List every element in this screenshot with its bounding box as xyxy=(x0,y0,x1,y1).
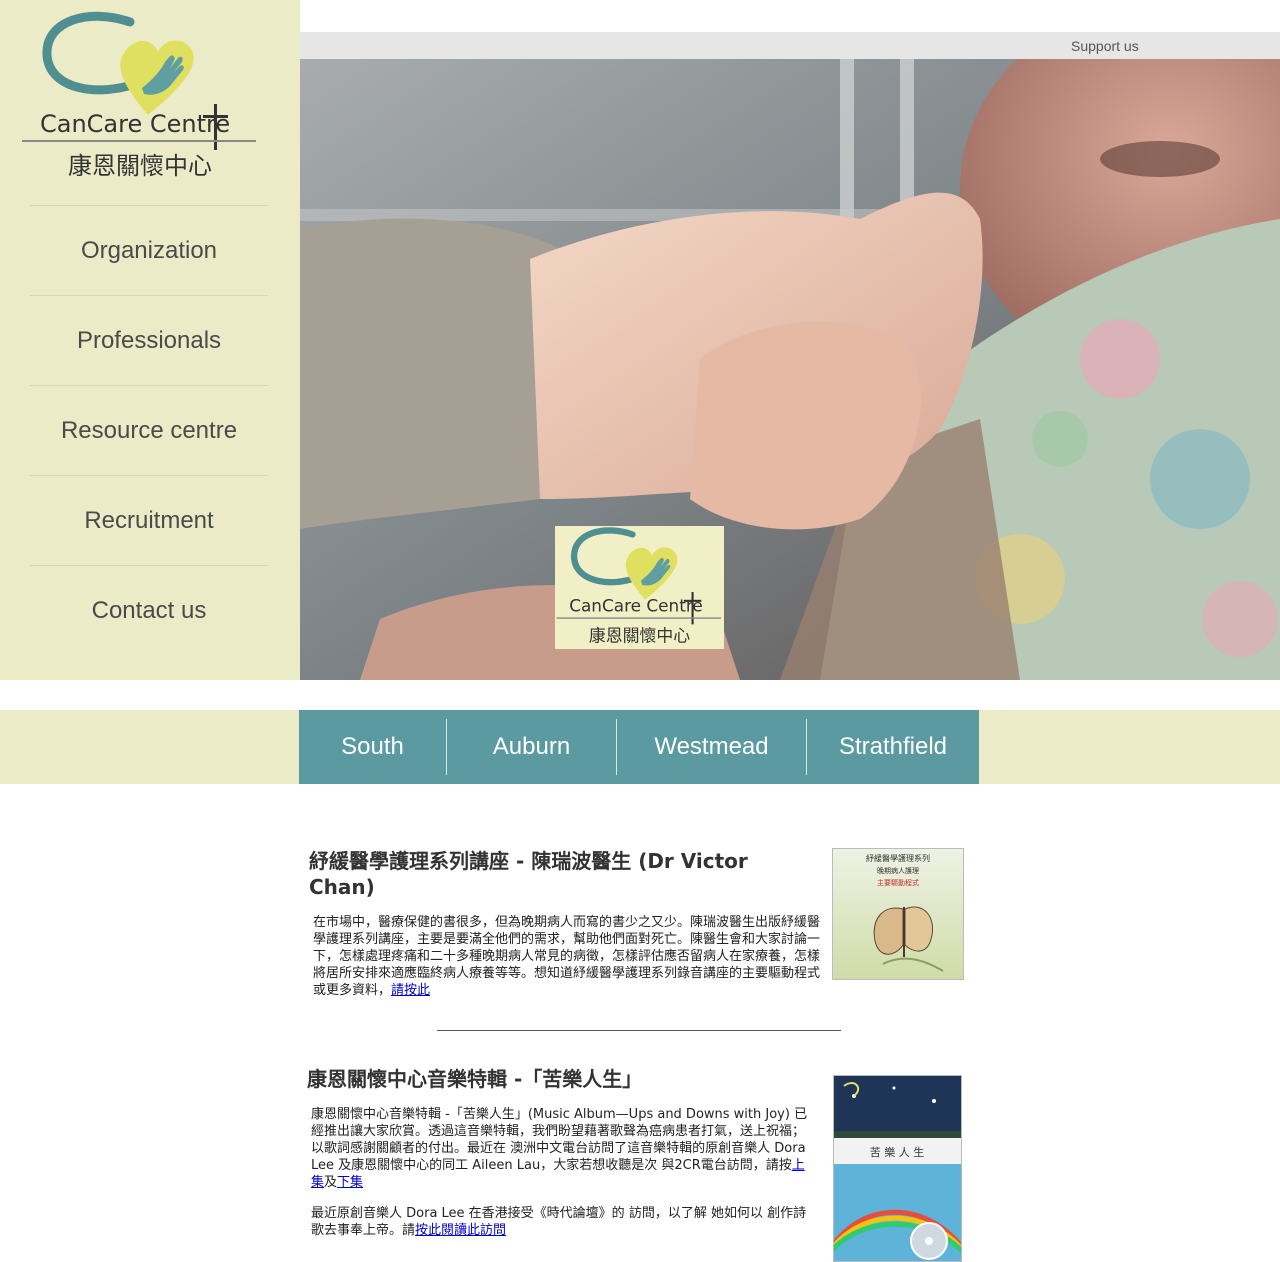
album-cover-image[interactable]: 苦 樂 人 生 xyxy=(833,1075,962,1262)
main-nav: Organization Professionals Resource cent… xyxy=(30,205,268,655)
article-palliative-lectures: 紓緩醫學護理系列講座 - 陳瑞波醫生 (Dr Victor Chan) 在市場中… xyxy=(306,848,966,999)
lecture-cover-image[interactable]: 紓緩醫學護理系列 晚期病人護理 主要驅動程式 xyxy=(832,848,964,980)
location-tabs: South Auburn Westmead Strathfield xyxy=(299,710,979,784)
locations-band: South Auburn Westmead Strathfield xyxy=(0,710,1280,784)
and-text: 及 xyxy=(324,1175,338,1190)
nav-item-professionals[interactable]: Professionals xyxy=(30,295,268,385)
hero-logo-badge: CanCare Centre 康恩關懷中心 xyxy=(555,526,724,649)
tab-auburn[interactable]: Auburn xyxy=(446,719,616,775)
read-more-link[interactable]: 請按此 xyxy=(391,983,430,998)
sidebar: CanCare Centre 康恩關懷中心 Organization Profe… xyxy=(0,0,300,680)
support-us-link[interactable]: Support us xyxy=(1071,38,1139,54)
article-body-text: 在市場中，醫療保健的書很多，但為晚期病人而寫的書少之又少。陳瑞波醫生出版紓緩醫學… xyxy=(313,915,821,998)
logo-mark-icon: CanCare Centre 康恩關懷中心 xyxy=(22,11,256,180)
svg-text:康恩關懷中心: 康恩關懷中心 xyxy=(68,152,212,180)
interview-link[interactable]: 按此閱讀此訪問 xyxy=(415,1223,506,1238)
svg-text:康恩關懷中心: 康恩關懷中心 xyxy=(589,625,690,645)
article-body-text: 康恩關懷中心音樂特輯 -「苦樂人生」(Music Album—Ups and D… xyxy=(311,1107,808,1173)
nav-item-resource-centre[interactable]: Resource centre xyxy=(30,385,268,475)
logo-badge-icon: CanCare Centre 康恩關懷中心 xyxy=(556,527,722,645)
article-body: 在市場中，醫療保健的書很多，但為晚期病人而寫的書少之又少。陳瑞波醫生出版紓緩醫學… xyxy=(313,914,823,999)
article-body-1: 康恩關懷中心音樂特輯 -「苦樂人生」(Music Album—Ups and D… xyxy=(311,1106,811,1191)
hero-image: CanCare Centre 康恩關懷中心 xyxy=(300,59,1280,680)
cancare-logo[interactable]: CanCare Centre 康恩關懷中心 xyxy=(20,10,260,185)
svg-text:CanCare Centre: CanCare Centre xyxy=(569,596,703,616)
article-body-2: 最近原創音樂人 Dora Lee 在香港接受《時代論壇》的 訪問，以了解 她如何… xyxy=(311,1205,811,1239)
tab-south[interactable]: South xyxy=(299,719,446,775)
svg-text:紓緩醫學護理系列: 紓緩醫學護理系列 xyxy=(866,853,930,863)
article-music-album: 康恩關懷中心音樂特輯 -「苦樂人生」 康恩關懷中心音樂特輯 -「苦樂人生」(Mu… xyxy=(306,1066,966,1262)
svg-text:CanCare Centre: CanCare Centre xyxy=(40,110,230,138)
album-cover-icon: 苦 樂 人 生 xyxy=(834,1076,961,1261)
part-two-link[interactable]: 下集 xyxy=(337,1175,363,1190)
top-bar: Support us xyxy=(300,32,1280,59)
article-body-text: 最近原創音樂人 Dora Lee 在香港接受《時代論壇》的 訪問，以了解 她如何… xyxy=(311,1206,807,1238)
butterfly-cover-icon: 紓緩醫學護理系列 晚期病人護理 主要驅動程式 xyxy=(833,849,963,979)
tab-westmead[interactable]: Westmead xyxy=(616,719,806,775)
article-title: 康恩關懷中心音樂特輯 -「苦樂人生」 xyxy=(307,1067,643,1091)
nav-item-organization[interactable]: Organization xyxy=(30,205,268,295)
article-title: 紓緩醫學護理系列講座 - 陳瑞波醫生 (Dr Victor Chan) xyxy=(309,849,748,899)
svg-text:苦 樂 人 生: 苦 樂 人 生 xyxy=(870,1145,925,1159)
nav-item-recruitment[interactable]: Recruitment xyxy=(30,475,268,565)
svg-text:主要驅動程式: 主要驅動程式 xyxy=(877,878,919,887)
svg-text:晚期病人護理: 晚期病人護理 xyxy=(877,866,919,875)
tab-strathfield[interactable]: Strathfield xyxy=(806,719,979,775)
section-divider xyxy=(437,1030,841,1031)
nav-item-contact-us[interactable]: Contact us xyxy=(30,565,268,655)
holding-hands-photo xyxy=(300,59,1280,680)
